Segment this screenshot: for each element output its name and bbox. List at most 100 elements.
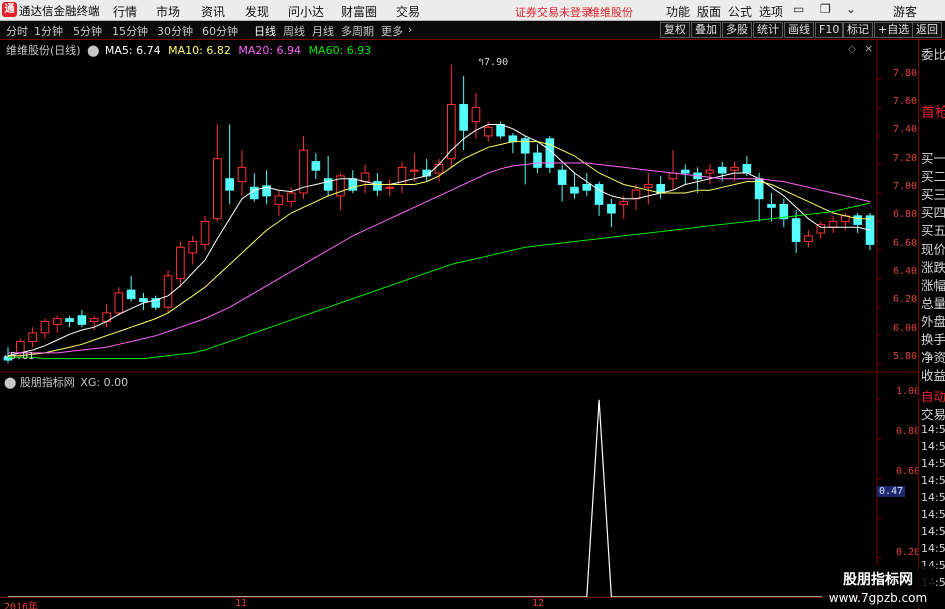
- price-tick: 7.80: [893, 68, 918, 79]
- candle: [607, 198, 616, 228]
- period-monthly[interactable]: 月线: [312, 23, 334, 39]
- candle: [213, 124, 222, 222]
- tick-time: 14:56: [921, 423, 945, 436]
- draw-line-button[interactable]: 画线: [784, 22, 814, 38]
- indicator-collapse-icon[interactable]: ⬤: [4, 376, 16, 389]
- menu-wenxiaoda[interactable]: 问小达: [288, 3, 324, 20]
- auto-tab[interactable]: 自动: [921, 386, 945, 405]
- period-5min[interactable]: 5分钟: [73, 23, 102, 39]
- candle-body: [705, 169, 715, 174]
- candle: [557, 164, 567, 202]
- multi-stock-button[interactable]: 多股: [722, 22, 752, 38]
- candle-body: [213, 158, 222, 220]
- period-weekly[interactable]: 周线: [283, 23, 305, 39]
- candle: [28, 327, 37, 348]
- chart-diamond-icon[interactable]: ◇: [848, 44, 856, 55]
- mark-button[interactable]: 标记: [843, 22, 873, 38]
- candle: [52, 315, 62, 333]
- period-1min[interactable]: 1分钟: [34, 23, 63, 39]
- menu-hangqing[interactable]: 行情: [113, 3, 137, 20]
- chart-close-icon[interactable]: ×: [864, 42, 873, 55]
- candle-body: [717, 166, 727, 174]
- watermark: 股朋指标网 www.7gpzb.com: [822, 566, 934, 607]
- menu-caifuquan[interactable]: 财富圈: [341, 3, 377, 20]
- candle-body: [311, 161, 321, 171]
- minimize-icon[interactable]: ▭: [793, 2, 804, 16]
- more-chevron-icon[interactable]: ›: [408, 23, 412, 36]
- period-15min[interactable]: 15分钟: [112, 23, 148, 39]
- guest-user[interactable]: 游客: [893, 3, 917, 20]
- date-axis: 2016年 11 12: [0, 597, 877, 609]
- candle-body: [582, 183, 592, 191]
- fuquan-button[interactable]: 复权: [660, 22, 690, 38]
- price-tick: 7.60: [893, 96, 918, 107]
- candle-body: [163, 275, 173, 308]
- dropdown-icon[interactable]: ⌄: [846, 2, 856, 16]
- login-warning[interactable]: 证券交易未登录: [515, 4, 592, 20]
- candle: [693, 167, 702, 194]
- period-30min[interactable]: 30分钟: [157, 23, 193, 39]
- candle-body: [410, 169, 419, 172]
- high-value: 7.90: [484, 57, 509, 68]
- tick-time: 14:56: [921, 457, 945, 470]
- candle-body: [742, 163, 752, 174]
- candle-body: [40, 320, 50, 334]
- period-60min[interactable]: 60分钟: [202, 23, 238, 39]
- stats-button[interactable]: 统计: [753, 22, 783, 38]
- candle: [348, 170, 358, 194]
- back-button[interactable]: 返回: [912, 22, 942, 38]
- legend-ma20: MA20: 6.94: [238, 44, 302, 57]
- candle: [594, 181, 604, 216]
- period-fenshi[interactable]: 分时: [6, 23, 28, 39]
- add-watchlist-button[interactable]: +自选: [874, 22, 914, 38]
- candle-body: [767, 203, 776, 208]
- f10-button[interactable]: F10: [815, 22, 844, 38]
- date-tick: 2016年: [4, 602, 39, 609]
- period-multi[interactable]: 多周期: [341, 23, 374, 39]
- menu-xuanxiang[interactable]: 选项: [759, 3, 783, 20]
- kline-chart[interactable]: [0, 40, 918, 609]
- menu-gongshi[interactable]: 公式: [728, 3, 752, 20]
- menu-banmian[interactable]: 版面: [697, 3, 721, 20]
- menu-jiaoyi[interactable]: 交易: [396, 3, 420, 20]
- legend-collapse-icon[interactable]: ⬤: [87, 44, 99, 57]
- app-name: 通达信金融终端: [19, 4, 100, 18]
- indicator-title: 股朋指标网: [19, 376, 75, 389]
- candle-body: [286, 192, 296, 203]
- period-daily[interactable]: 日线: [254, 23, 276, 39]
- candle-body: [176, 246, 185, 280]
- menu-gongneng[interactable]: 功能: [666, 3, 690, 20]
- price-tick: 6.40: [893, 266, 918, 277]
- price-tick: 7.00: [893, 181, 918, 192]
- candle: [397, 161, 407, 194]
- menu-faxian[interactable]: 发现: [245, 3, 269, 20]
- tick-time: 14:56: [921, 542, 945, 555]
- high-annotation: ↰7.90: [478, 57, 509, 68]
- candle-body: [680, 169, 690, 174]
- candle: [311, 153, 321, 179]
- candle: [422, 158, 432, 182]
- watermark-title: 股朋指标网: [843, 572, 913, 588]
- candle: [779, 198, 789, 228]
- candle-body: [730, 166, 739, 171]
- period-more[interactable]: 更多: [381, 23, 403, 39]
- candle: [804, 230, 813, 248]
- indicator-tick: 1.00: [896, 386, 921, 397]
- period-toolbar: 分时 1分钟 5分钟 15分钟 30分钟 60分钟 日线 周线 月线 多周期 更…: [0, 21, 945, 40]
- restore-icon[interactable]: ❐: [820, 2, 831, 16]
- overlay-button[interactable]: 叠加: [691, 22, 721, 38]
- candle-body: [520, 138, 530, 154]
- trade-tab[interactable]: 交易: [921, 404, 945, 423]
- menu-shichang[interactable]: 市场: [156, 3, 180, 20]
- candle-body: [865, 215, 875, 245]
- legend-ma10: MA10: 6.82: [168, 44, 231, 57]
- candle-body: [459, 104, 468, 131]
- candle-body: [360, 172, 370, 183]
- candle: [816, 221, 826, 239]
- candle: [139, 292, 148, 311]
- tick-time: 14:56: [921, 474, 945, 487]
- candle: [656, 175, 665, 199]
- menu-zixun[interactable]: 资讯: [201, 3, 225, 20]
- candle: [360, 164, 370, 194]
- candle: [446, 64, 456, 168]
